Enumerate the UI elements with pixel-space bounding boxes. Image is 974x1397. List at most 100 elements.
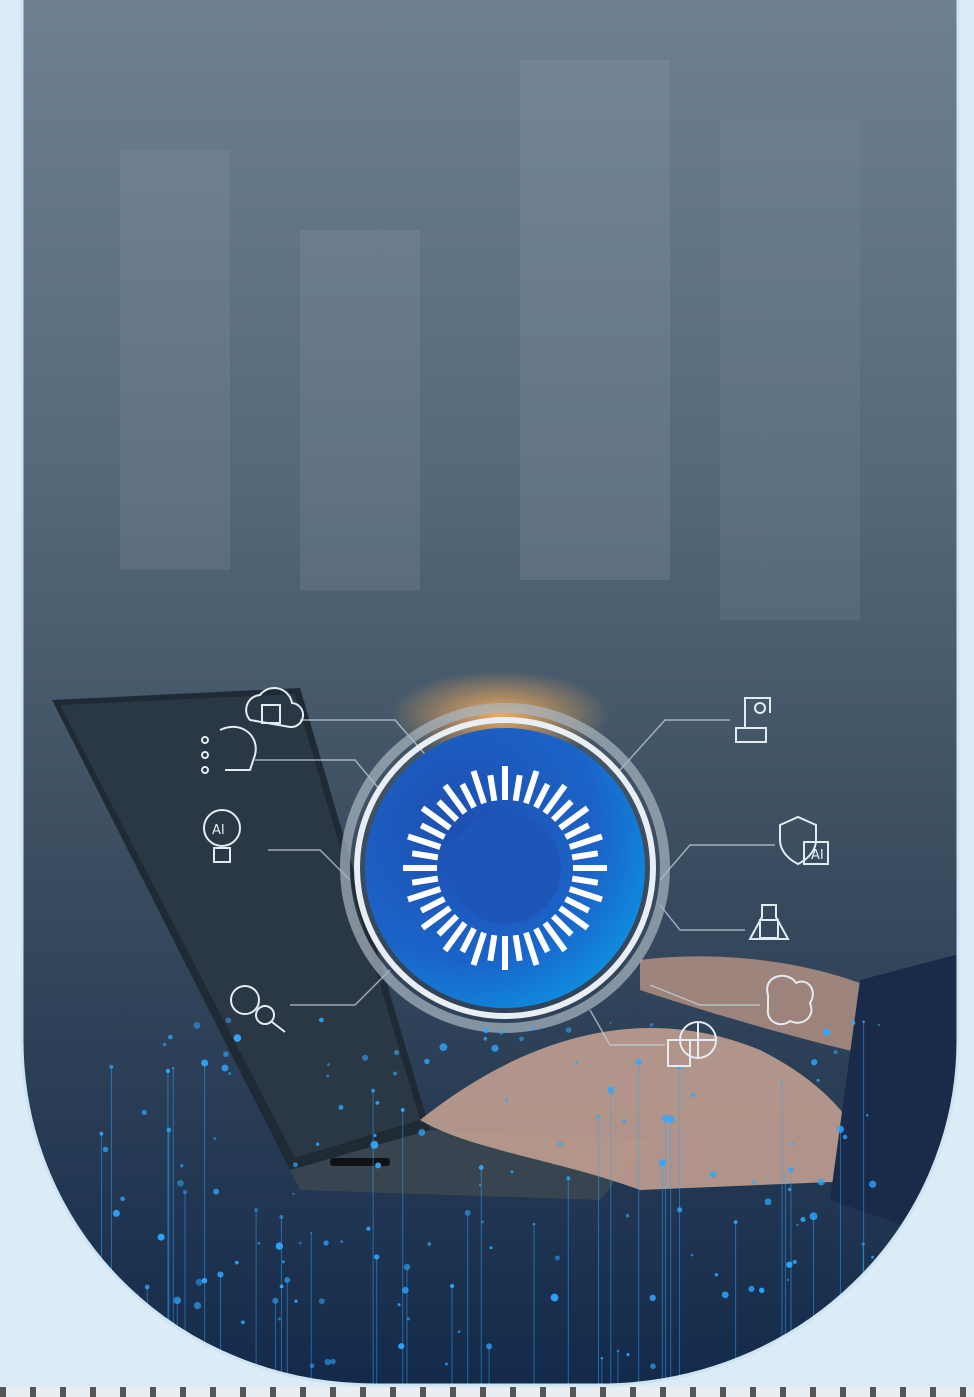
particle-dot [228, 1071, 232, 1075]
particle-dot [751, 1179, 757, 1185]
particle-dot [791, 1142, 795, 1146]
particle-dot [292, 1192, 295, 1196]
particle-dot [319, 1017, 324, 1023]
particle-dot [457, 1330, 461, 1333]
particle-dot [622, 1119, 626, 1123]
logo-ray [512, 774, 523, 802]
logo-ray [571, 850, 599, 861]
particle-dot [823, 1028, 831, 1036]
particle-dot [112, 1209, 120, 1217]
particle-dot [340, 1240, 343, 1243]
particle-dot [213, 1137, 217, 1140]
particle-dot [811, 1059, 818, 1066]
particle-dot [240, 1320, 245, 1325]
particle-dot [650, 1363, 656, 1370]
particle-dot [626, 1353, 630, 1357]
particle-dot [277, 1317, 281, 1321]
logo-ray [411, 850, 439, 861]
particle-dot [298, 1241, 302, 1245]
particle-dot [792, 1259, 797, 1264]
particle-dot [157, 1233, 165, 1241]
particle-dot [418, 1129, 426, 1136]
particle-dot [748, 1285, 755, 1293]
particle-dot [163, 1043, 167, 1047]
particle-dot [366, 1226, 371, 1231]
logo-ray [487, 934, 498, 962]
particle-dot [444, 1362, 449, 1366]
particle-dot [223, 1051, 229, 1057]
particle-dot [275, 1242, 283, 1250]
particle-dot [510, 1170, 514, 1174]
particle-dot [609, 1021, 612, 1024]
particle-dot [309, 1363, 315, 1369]
particle-dot [225, 1017, 232, 1024]
logo-ray [571, 875, 599, 886]
particle-dot [180, 1164, 184, 1168]
particle-dot [877, 1024, 880, 1027]
particle-dot [398, 1343, 405, 1350]
particle-dot [530, 1026, 535, 1031]
particle-dot [424, 1058, 430, 1065]
particle-dot [393, 1050, 400, 1056]
particle-dot [800, 1216, 806, 1223]
hero-frame: AI AI [0, 0, 974, 1397]
particle-dot [233, 1034, 242, 1042]
particle-dot [375, 1101, 380, 1105]
particle-dot [677, 1207, 683, 1213]
particle-dot [406, 1317, 410, 1321]
particle-dot [817, 1178, 825, 1186]
particle-dot [392, 1071, 398, 1076]
particle-dot [850, 1020, 856, 1026]
particle-dot [519, 1036, 524, 1042]
particle-dot [397, 1303, 401, 1307]
particle-dot [491, 1044, 499, 1052]
particle-dot [193, 1022, 201, 1029]
particle-dot [102, 1146, 109, 1153]
particle-dot [557, 1141, 564, 1148]
particle-dot [323, 1240, 329, 1246]
particle-dot [796, 1223, 799, 1226]
ai-badge-label: AI [811, 848, 824, 863]
particle-dot [195, 1278, 203, 1286]
particle-dot [714, 1272, 719, 1277]
particle-dot [373, 1134, 377, 1138]
particle-dot [833, 1050, 838, 1055]
particle-dot [759, 1287, 765, 1294]
particle-dot [721, 1291, 729, 1299]
logo-ray [487, 774, 498, 802]
particle-dot [816, 1078, 820, 1082]
particle-dot [764, 1198, 772, 1206]
particle-dot [193, 1301, 202, 1310]
particle-dot [550, 1293, 559, 1302]
particle-dot [370, 1140, 379, 1149]
bottom-decorative-strip [0, 1387, 974, 1397]
hero-illustration: AI AI [0, 0, 974, 1397]
particle-dot [221, 1064, 229, 1072]
particle-dot [866, 1114, 869, 1117]
particle-dot [649, 1294, 656, 1302]
particle-dot [141, 1109, 147, 1115]
particle-dot [499, 1030, 504, 1035]
particle-dot [324, 1358, 332, 1366]
particle-dot [690, 1253, 694, 1257]
particle-dot [842, 1134, 848, 1140]
particle-dot [427, 1242, 432, 1246]
particle-dot [625, 1213, 630, 1218]
particle-dot [338, 1104, 344, 1110]
particle-dot [786, 1261, 793, 1268]
particle-dot [869, 1180, 877, 1188]
particle-dot [168, 1034, 173, 1040]
particle-dot [574, 1061, 579, 1065]
particle-dot [439, 1043, 448, 1052]
particle-dot [292, 1162, 299, 1168]
particle-dot [177, 1179, 184, 1187]
particle-dot [279, 1284, 284, 1289]
particle-dot [554, 1255, 560, 1261]
particle-dot [565, 1027, 572, 1033]
particle-dot [375, 1162, 382, 1169]
particle-dot [787, 1278, 790, 1282]
particle-dot [294, 1299, 298, 1304]
particle-dot [326, 1074, 330, 1078]
particle-dot [649, 1023, 654, 1027]
particle-dot [318, 1298, 325, 1305]
